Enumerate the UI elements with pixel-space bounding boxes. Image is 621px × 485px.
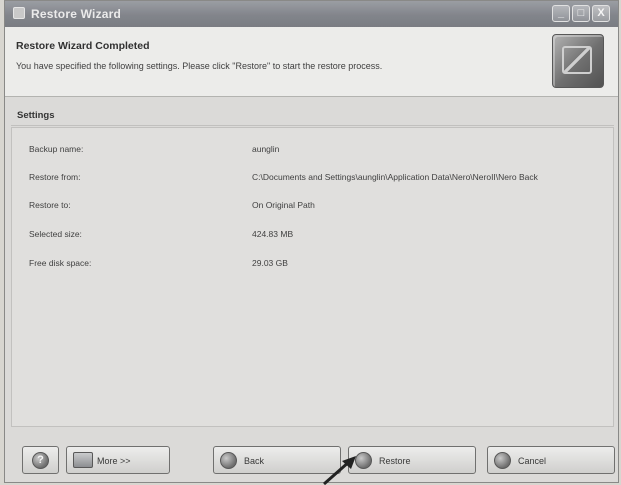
setting-row-restore-to: Restore to: On Original Path (12, 198, 613, 214)
restore-button[interactable]: Restore (348, 446, 476, 474)
setting-row-free-disk-space: Free disk space: 29.03 GB (12, 256, 613, 272)
maximize-button[interactable]: □ (572, 5, 590, 22)
setting-value: 29.03 GB (252, 258, 288, 268)
restore-wizard-window: Restore Wizard _ □ X Restore Wizard Comp… (4, 0, 619, 483)
more-options-icon (73, 452, 93, 468)
help-icon: ? (32, 452, 49, 469)
restore-icon (355, 452, 372, 469)
cancel-button[interactable]: Cancel (487, 446, 615, 474)
setting-label: Restore from: (29, 172, 81, 182)
setting-label: Backup name: (29, 144, 84, 154)
header-title: Restore Wizard Completed (16, 40, 150, 52)
back-button-label: Back (244, 456, 265, 466)
more-button[interactable]: More >> (66, 446, 170, 474)
cancel-icon (494, 452, 511, 469)
backup-logo-icon (552, 34, 604, 88)
setting-label: Selected size: (29, 229, 82, 239)
help-button[interactable]: ? (22, 446, 59, 474)
setting-value: On Original Path (252, 200, 315, 210)
setting-value: 424.83 MB (252, 229, 294, 239)
window-title: Restore Wizard (31, 7, 122, 21)
more-button-label: More >> (97, 456, 131, 466)
title-bar[interactable]: Restore Wizard _ □ X (5, 1, 618, 27)
header-description: You have specified the following setting… (16, 61, 383, 71)
setting-row-restore-from: Restore from: C:\Documents and Settings\… (12, 170, 613, 186)
setting-row-backup-name: Backup name: aunglin (12, 142, 613, 158)
setting-label: Free disk space: (29, 258, 92, 268)
settings-section-header: Settings (11, 105, 614, 126)
app-icon (13, 7, 25, 19)
wizard-header: Restore Wizard Completed You have specif… (5, 27, 618, 97)
restore-button-label: Restore (379, 456, 411, 466)
back-icon (220, 452, 237, 469)
close-button[interactable]: X (592, 5, 610, 22)
setting-label: Restore to: (29, 200, 71, 210)
settings-panel: Backup name: aunglin Restore from: C:\Do… (11, 127, 614, 427)
minimize-button[interactable]: _ (552, 5, 570, 22)
settings-heading: Settings (17, 110, 55, 121)
setting-value: C:\Documents and Settings\aunglin\Applic… (252, 172, 538, 182)
cancel-button-label: Cancel (518, 456, 547, 466)
setting-row-selected-size: Selected size: 424.83 MB (12, 227, 613, 243)
back-button[interactable]: Back (213, 446, 341, 474)
setting-value: aunglin (252, 144, 280, 154)
